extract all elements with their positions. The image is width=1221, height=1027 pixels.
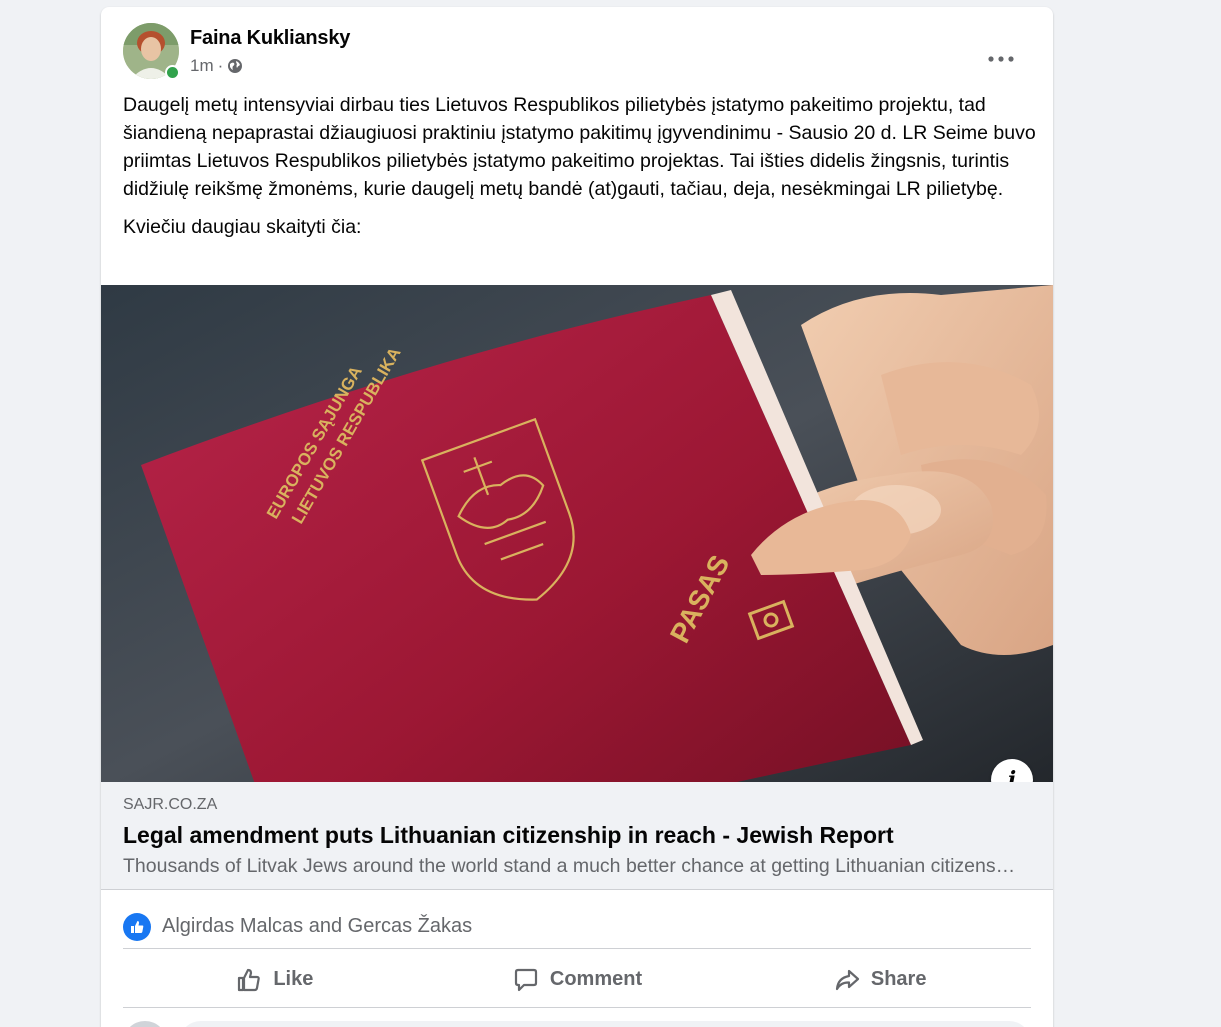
comment-label: Comment <box>549 968 643 990</box>
globe-icon[interactable] <box>227 58 243 74</box>
share-button[interactable]: Share <box>728 952 1031 1007</box>
post-header: Faina Kukliansky 1m · <box>123 23 1031 81</box>
share-icon <box>835 969 859 990</box>
like-button[interactable]: Like <box>123 952 426 1007</box>
link-title[interactable]: Legal amendment puts Lithuanian citizens… <box>123 822 894 849</box>
comment-icon <box>514 968 537 991</box>
share-label: Share <box>870 968 927 990</box>
my-avatar[interactable] <box>123 1021 167 1027</box>
post-paragraph: Daugelį metų intensyviai dirbau ties Lie… <box>123 94 1036 200</box>
passport-photo: EUROPOS SĄJUNGA LIETUVOS RESPUBLIKA PASA… <box>101 285 1053 782</box>
link-preview-image[interactable]: EUROPOS SĄJUNGA LIETUVOS RESPUBLIKA PASA… <box>101 285 1053 782</box>
like-reaction-icon <box>123 912 151 941</box>
author-name[interactable]: Faina Kukliansky <box>190 27 350 50</box>
reactor-names[interactable]: Algirdas Malcas and Gercas Žakas <box>162 915 472 938</box>
link-preview[interactable]: SAJR.CO.ZA Legal amendment puts Lithuani… <box>101 782 1053 890</box>
post-meta: 1m · <box>190 56 243 76</box>
post-text: Daugelį metų intensyviai dirbau ties Lie… <box>123 91 1038 251</box>
reactions-bar[interactable]: Algirdas Malcas and Gercas Žakas <box>123 905 1031 949</box>
action-bar: Like Comment Share <box>123 952 1031 1008</box>
post-paragraph: Kviečiu daugiau skaityti čia: <box>123 216 362 238</box>
link-description: Thousands of Litvak Jews around the worl… <box>123 855 1023 877</box>
post-time[interactable]: 1m <box>190 56 214 76</box>
post-card: Faina Kukliansky 1m · Daugelį metų inten… <box>101 7 1053 1027</box>
meta-separator: · <box>217 56 224 75</box>
more-options-icon[interactable] <box>983 41 1019 77</box>
like-icon <box>238 968 261 991</box>
comment-input[interactable] <box>179 1021 1031 1027</box>
comment-composer <box>123 1021 1031 1027</box>
comment-button[interactable]: Comment <box>426 952 729 1007</box>
link-domain: SAJR.CO.ZA <box>123 796 218 813</box>
like-label: Like <box>273 968 314 990</box>
online-status-dot <box>165 65 180 80</box>
